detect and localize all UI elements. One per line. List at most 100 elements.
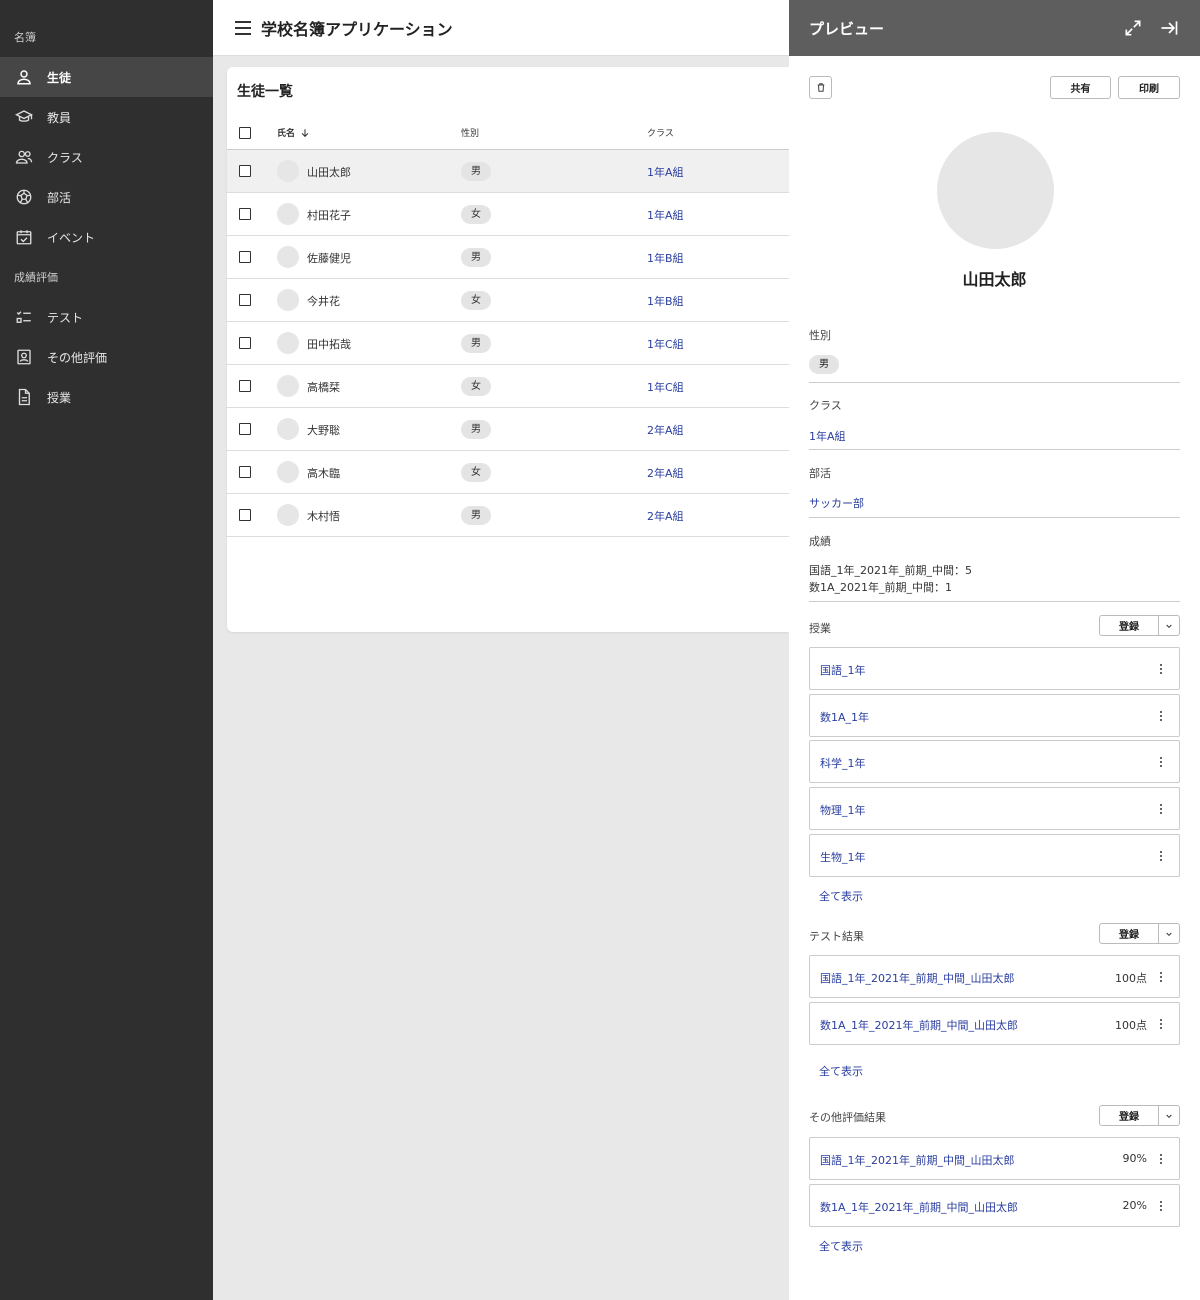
sidebar-item-events[interactable]: イベント bbox=[0, 217, 213, 257]
chevron-down-icon[interactable] bbox=[1159, 924, 1179, 943]
sidebar-item-lessons[interactable]: 授業 bbox=[0, 377, 213, 417]
table-row[interactable]: 山田太郎 男 1年A組 bbox=[227, 150, 789, 193]
sidebar-item-tests[interactable]: テスト bbox=[0, 297, 213, 337]
table-row[interactable]: 高木臨 女 2年A組 bbox=[227, 451, 789, 494]
sidebar-item-clubs[interactable]: 部活 bbox=[0, 177, 213, 217]
other-result-item[interactable]: 数1A_1年_2021年_前期_中間_山田太郎 20% bbox=[809, 1184, 1180, 1227]
collapse-panel-icon[interactable] bbox=[1159, 18, 1179, 38]
other-result-link[interactable]: 数1A_1年_2021年_前期_中間_山田太郎 bbox=[820, 1199, 1018, 1215]
row-checkbox[interactable] bbox=[239, 208, 251, 220]
gender-chip: 女 bbox=[461, 291, 491, 310]
class-link[interactable]: 1年B組 bbox=[647, 293, 684, 309]
gender-chip: 男 bbox=[461, 420, 491, 439]
others-register-split-button: 登録 bbox=[1099, 1105, 1180, 1126]
profile-name: 山田太郎 bbox=[962, 270, 1027, 289]
other-result-item[interactable]: 国語_1年_2021年_前期_中間_山田太郎 90% bbox=[809, 1137, 1180, 1180]
more-vert-icon[interactable] bbox=[1155, 968, 1167, 986]
class-link[interactable]: 1年A組 bbox=[647, 207, 684, 223]
register-button[interactable]: 登録 bbox=[1100, 616, 1159, 635]
test-result-item[interactable]: 国語_1年_2021年_前期_中間_山田太郎 100点 bbox=[809, 955, 1180, 998]
lesson-item[interactable]: 科学_1年 bbox=[809, 740, 1180, 783]
other-result-link[interactable]: 国語_1年_2021年_前期_中間_山田太郎 bbox=[820, 1152, 1015, 1168]
sidebar-item-label: その他評価 bbox=[47, 350, 108, 365]
class-label: クラス bbox=[809, 399, 842, 412]
row-checkbox[interactable] bbox=[239, 509, 251, 521]
others-show-all-link[interactable]: 全て表示 bbox=[819, 1238, 863, 1254]
lesson-item[interactable]: 国語_1年 bbox=[809, 647, 1180, 690]
student-name: 高木臨 bbox=[307, 467, 340, 480]
group-icon bbox=[15, 150, 33, 164]
test-result-item[interactable]: 数1A_1年_2021年_前期_中間_山田太郎 100点 bbox=[809, 1002, 1180, 1045]
club-link[interactable]: サッカー部 bbox=[809, 495, 864, 511]
class-link[interactable]: 1年C組 bbox=[647, 379, 684, 395]
lesson-link[interactable]: 物理_1年 bbox=[820, 802, 866, 818]
chevron-down-icon[interactable] bbox=[1159, 616, 1179, 635]
chevron-down-icon[interactable] bbox=[1159, 1106, 1179, 1125]
table-row[interactable]: 田中拓哉 男 1年C組 bbox=[227, 322, 789, 365]
table-row[interactable]: 木村悟 男 2年A組 bbox=[227, 494, 789, 537]
more-vert-icon[interactable] bbox=[1155, 1150, 1167, 1168]
sort-by-name-header[interactable]: 氏名 bbox=[277, 126, 310, 139]
row-checkbox[interactable] bbox=[239, 423, 251, 435]
lesson-item[interactable]: 物理_1年 bbox=[809, 787, 1180, 830]
sidebar-item-label: 授業 bbox=[47, 390, 72, 405]
more-vert-icon[interactable] bbox=[1155, 1015, 1167, 1033]
more-vert-icon[interactable] bbox=[1155, 753, 1167, 771]
avatar bbox=[277, 375, 299, 397]
grade-entry: 国語_1年_2021年_前期_中間：5 bbox=[809, 564, 972, 577]
expand-icon[interactable] bbox=[1123, 18, 1143, 38]
row-checkbox[interactable] bbox=[239, 294, 251, 306]
sidebar-item-teachers[interactable]: 教員 bbox=[0, 97, 213, 137]
more-vert-icon[interactable] bbox=[1155, 707, 1167, 725]
delete-button[interactable] bbox=[809, 76, 832, 99]
tests-show-all-link[interactable]: 全て表示 bbox=[819, 1063, 863, 1079]
menu-icon[interactable] bbox=[235, 20, 251, 35]
class-link[interactable]: 2年A組 bbox=[647, 422, 684, 438]
share-button[interactable]: 共有 bbox=[1050, 76, 1111, 99]
select-all-checkbox[interactable] bbox=[239, 127, 251, 139]
calendar-check-icon bbox=[16, 230, 32, 245]
table-row[interactable]: 村田花子 女 1年A組 bbox=[227, 193, 789, 236]
gender-chip: 女 bbox=[461, 377, 491, 396]
more-vert-icon[interactable] bbox=[1155, 800, 1167, 818]
test-result-link[interactable]: 数1A_1年_2021年_前期_中間_山田太郎 bbox=[820, 1017, 1018, 1033]
lessons-show-all-link[interactable]: 全て表示 bbox=[819, 888, 863, 904]
sidebar-item-label: 部活 bbox=[47, 190, 72, 205]
table-row[interactable]: 今井花 女 1年B組 bbox=[227, 279, 789, 322]
lesson-link[interactable]: 科学_1年 bbox=[820, 755, 866, 771]
class-link[interactable]: 1年A組 bbox=[647, 164, 684, 180]
mortarboard-icon bbox=[15, 110, 33, 122]
print-button[interactable]: 印刷 bbox=[1118, 76, 1180, 99]
lesson-link[interactable]: 国語_1年 bbox=[820, 662, 866, 678]
ball-icon bbox=[16, 189, 32, 205]
more-vert-icon[interactable] bbox=[1155, 847, 1167, 865]
class-link[interactable]: 1年A組 bbox=[809, 428, 846, 444]
table-row[interactable]: 高橋栞 女 1年C組 bbox=[227, 365, 789, 408]
sidebar-item-other-evaluations[interactable]: その他評価 bbox=[0, 337, 213, 377]
table-row[interactable]: 大野聡 男 2年A組 bbox=[227, 408, 789, 451]
more-vert-icon[interactable] bbox=[1155, 1197, 1167, 1215]
sidebar-item-classes[interactable]: クラス bbox=[0, 137, 213, 177]
more-vert-icon[interactable] bbox=[1155, 660, 1167, 678]
class-link[interactable]: 1年C組 bbox=[647, 336, 684, 352]
lesson-link[interactable]: 数1A_1年 bbox=[820, 709, 869, 725]
sidebar-item-students[interactable]: 生徒 bbox=[0, 57, 213, 97]
register-button[interactable]: 登録 bbox=[1100, 924, 1159, 943]
row-checkbox[interactable] bbox=[239, 165, 251, 177]
test-result-link[interactable]: 国語_1年_2021年_前期_中間_山田太郎 bbox=[820, 970, 1015, 986]
avatar bbox=[277, 332, 299, 354]
row-checkbox[interactable] bbox=[239, 251, 251, 263]
row-checkbox[interactable] bbox=[239, 466, 251, 478]
class-link[interactable]: 1年B組 bbox=[647, 250, 684, 266]
class-link[interactable]: 2年A組 bbox=[647, 508, 684, 524]
column-class-label: クラス bbox=[647, 129, 674, 139]
register-button[interactable]: 登録 bbox=[1100, 1106, 1159, 1125]
gender-chip: 女 bbox=[461, 205, 491, 224]
table-row[interactable]: 佐藤健児 男 1年B組 bbox=[227, 236, 789, 279]
row-checkbox[interactable] bbox=[239, 380, 251, 392]
lesson-item[interactable]: 数1A_1年 bbox=[809, 694, 1180, 737]
lesson-link[interactable]: 生物_1年 bbox=[820, 849, 866, 865]
lesson-item[interactable]: 生物_1年 bbox=[809, 834, 1180, 877]
class-link[interactable]: 2年A組 bbox=[647, 465, 684, 481]
row-checkbox[interactable] bbox=[239, 337, 251, 349]
